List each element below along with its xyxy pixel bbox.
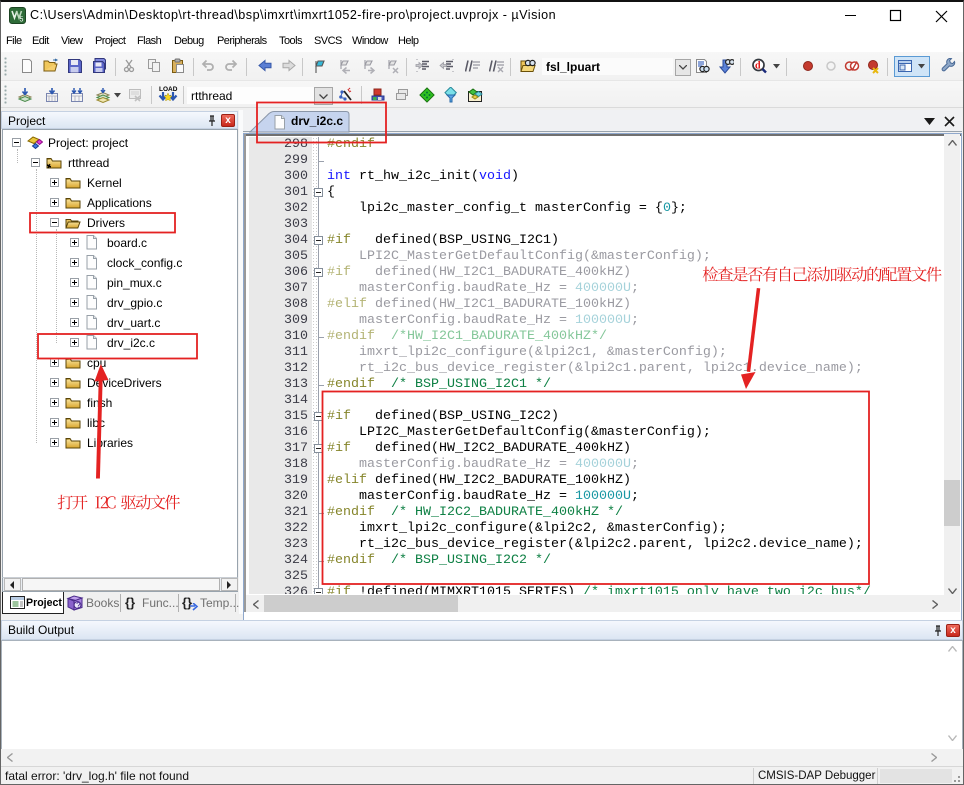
svg-text:5: 5 (20, 17, 24, 24)
svg-text:LOAD: LOAD (159, 86, 178, 93)
svg-text:d: d (755, 61, 761, 72)
svg-text:?: ? (76, 601, 81, 610)
